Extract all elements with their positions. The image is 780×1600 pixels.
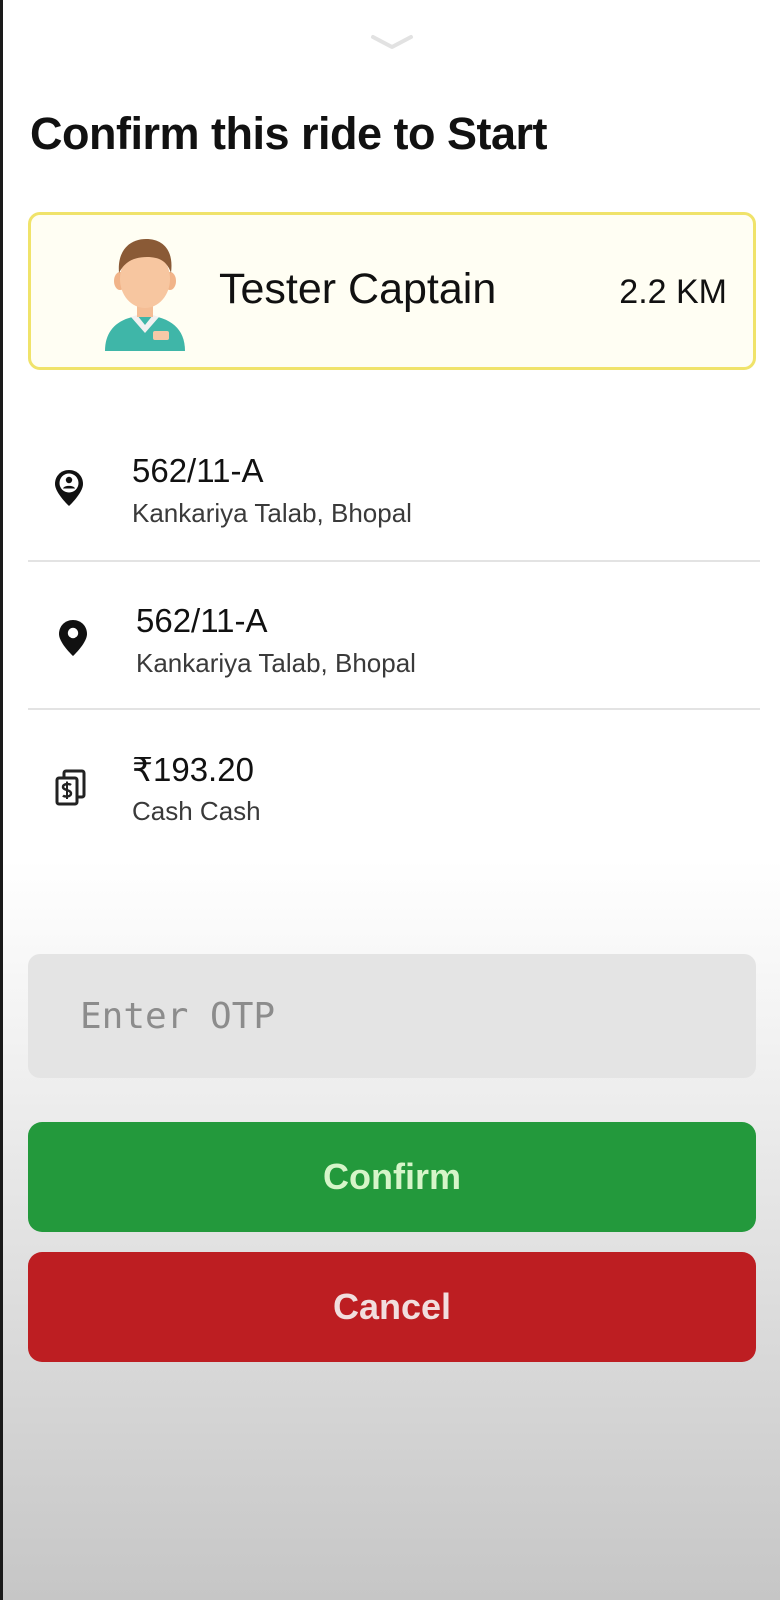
cancel-button[interactable]: Cancel xyxy=(28,1252,756,1362)
divider xyxy=(28,560,760,562)
otp-input[interactable] xyxy=(28,954,756,1078)
drop-location-pin-icon xyxy=(59,620,87,656)
trip-distance: 2.2 KM xyxy=(619,273,727,311)
pickup-location-icon xyxy=(55,470,83,506)
drop-row: 562/11-A Kankariya Talab, Bhopal xyxy=(28,590,760,700)
payment-row: ₹193.20 Cash Cash xyxy=(28,738,760,848)
pickup-address: 562/11-A xyxy=(132,452,264,489)
screen-edge xyxy=(0,0,3,1600)
page-title: Confirm this ride to Start xyxy=(30,108,548,159)
captain-card: Tester Captain 2.2 KM xyxy=(28,212,756,370)
confirm-button[interactable]: Confirm xyxy=(28,1122,756,1232)
captain-avatar-icon xyxy=(105,239,185,351)
divider xyxy=(28,708,760,710)
drop-locality: Kankariya Talab, Bhopal xyxy=(136,648,416,678)
pickup-locality: Kankariya Talab, Bhopal xyxy=(132,498,412,528)
pickup-row: 562/11-A Kankariya Talab, Bhopal xyxy=(28,440,760,550)
cash-icon xyxy=(55,769,86,806)
sheet-handle-chevron-icon[interactable] xyxy=(370,32,414,52)
ride-confirm-sheet: Confirm this ride to Start Tester Captai… xyxy=(0,0,780,1600)
payment-method: Cash Cash xyxy=(132,796,261,826)
drop-address: 562/11-A xyxy=(136,602,268,639)
fare-amount: ₹193.20 xyxy=(132,751,254,788)
captain-name: Tester Captain xyxy=(219,265,497,313)
